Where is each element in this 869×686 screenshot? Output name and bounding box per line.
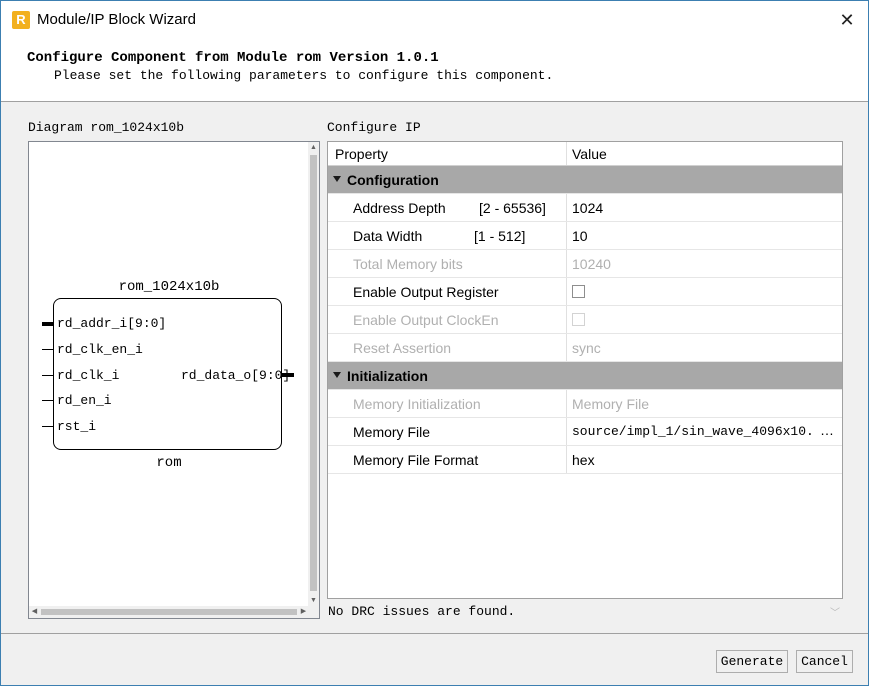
wizard-header: Configure Component from Module rom Vers… — [1, 39, 868, 102]
scroll-thumb[interactable] — [41, 609, 297, 615]
column-separator — [566, 278, 567, 305]
input-pin — [42, 375, 53, 376]
property-label: Enable Output ClockEn — [353, 312, 499, 328]
block-instance-name: rom — [156, 455, 182, 471]
property-row-enable-output-clocken: Enable Output ClockEn — [328, 306, 842, 334]
drc-status-text: No DRC issues are found. — [328, 604, 516, 619]
footer-divider — [1, 633, 868, 634]
input-pin — [42, 426, 53, 427]
memory-file-format-value[interactable]: hex — [572, 452, 595, 468]
r-logo-icon: R — [12, 11, 30, 29]
property-row-total-memory-bits: Total Memory bits 10240 — [328, 250, 842, 278]
column-separator — [566, 418, 567, 445]
input-port-label: rd_en_i — [57, 393, 112, 408]
output-port-label: rd_data_o[9:0] — [181, 368, 291, 383]
value-column-header: Value — [572, 146, 607, 162]
property-label: Address Depth — [353, 200, 446, 216]
collapse-triangle-icon[interactable] — [333, 176, 341, 182]
property-label: Memory File Format — [353, 452, 479, 468]
group-initialization[interactable]: Initialization — [328, 362, 842, 390]
input-port-label: rst_i — [57, 419, 97, 434]
property-label: Reset Assertion — [353, 340, 452, 356]
property-label: Enable Output Register — [353, 284, 499, 300]
property-grid: Property Value Configuration Address Dep… — [327, 141, 843, 599]
scrollbar-corner — [308, 606, 319, 618]
close-icon: ✕ — [839, 10, 855, 30]
property-label: Memory File — [353, 424, 431, 440]
scroll-down-icon[interactable]: ▼ — [308, 595, 319, 606]
column-separator — [566, 446, 567, 473]
property-row-data-width[interactable]: Data Width [1 - 512] 10 — [328, 222, 842, 250]
input-port-label: rd_clk_i — [57, 368, 120, 383]
input-pin-bus — [42, 322, 53, 326]
browse-file-button[interactable]: … — [820, 422, 834, 438]
property-row-address-depth[interactable]: Address Depth [2 - 65536] 1024 — [328, 194, 842, 222]
diagram-horizontal-scrollbar[interactable]: ◀ ▶ — [29, 606, 309, 618]
group-label: Configuration — [347, 172, 439, 188]
property-label: Memory Initialization — [353, 396, 481, 412]
input-port-label: rd_clk_en_i — [57, 342, 143, 357]
total-memory-bits-value: 10240 — [572, 256, 611, 272]
property-label: Total Memory bits — [353, 256, 463, 272]
column-separator — [566, 306, 567, 333]
title-bar: R Module/IP Block Wizard ✕ — [1, 1, 868, 39]
scroll-left-icon[interactable]: ◀ — [29, 606, 40, 618]
input-port-label: rd_addr_i[9:0] — [57, 316, 167, 331]
data-width-value[interactable]: 10 — [572, 228, 588, 244]
memory-file-value[interactable]: source/impl_1/sin_wave_4096x10. — [572, 424, 814, 439]
column-separator — [566, 194, 567, 221]
input-pin — [42, 349, 53, 350]
property-row-memory-file-format[interactable]: Memory File Format hex — [328, 446, 842, 474]
output-pin-bus — [282, 373, 294, 377]
address-depth-value[interactable]: 1024 — [572, 200, 603, 216]
property-row-enable-output-register[interactable]: Enable Output Register — [328, 278, 842, 306]
group-label: Initialization — [347, 368, 428, 384]
property-range: [1 - 512] — [474, 228, 526, 244]
property-row-memory-file[interactable]: Memory File source/impl_1/sin_wave_4096x… — [328, 418, 842, 446]
property-row-memory-initialization: Memory Initialization Memory File — [328, 390, 842, 418]
diagram-panel: rom_1024x10b rd_addr_i[9:0] rd_clk_en_i … — [28, 141, 320, 619]
window-title: Module/IP Block Wizard — [37, 11, 196, 28]
column-separator — [566, 222, 567, 249]
property-range: [2 - 65536] — [479, 200, 546, 216]
wizard-window: R Module/IP Block Wizard ✕ Configure Com… — [0, 0, 869, 686]
header-title: Configure Component from Module rom Vers… — [27, 50, 439, 66]
scroll-up-icon[interactable]: ▲ — [308, 142, 319, 153]
diagram-label: Diagram rom_1024x10b — [28, 120, 185, 135]
generate-button[interactable]: Generate — [716, 650, 788, 673]
group-configuration[interactable]: Configuration — [328, 166, 842, 194]
property-column-header: Property — [335, 146, 388, 162]
column-separator — [566, 334, 567, 361]
column-separator — [566, 142, 567, 165]
diagram-canvas: rom_1024x10b rd_addr_i[9:0] rd_clk_en_i … — [29, 142, 309, 606]
input-pin — [42, 400, 53, 401]
reset-assertion-value: sync — [572, 340, 601, 356]
scroll-thumb[interactable] — [310, 155, 317, 591]
grid-header: Property Value — [328, 142, 842, 166]
property-row-reset-assertion: Reset Assertion sync — [328, 334, 842, 362]
diagram-vertical-scrollbar[interactable]: ▲ ▼ — [308, 142, 319, 606]
enable-output-clocken-checkbox — [572, 313, 585, 326]
enable-output-register-checkbox[interactable] — [572, 285, 585, 298]
collapse-triangle-icon[interactable] — [333, 372, 341, 378]
memory-initialization-value: Memory File — [572, 396, 650, 412]
cancel-button[interactable]: Cancel — [796, 650, 853, 673]
configure-ip-label: Configure IP — [327, 120, 421, 135]
header-subtitle: Please set the following parameters to c… — [54, 68, 554, 83]
close-button[interactable]: ✕ — [834, 7, 860, 33]
chevron-down-icon[interactable]: ﹀ — [830, 604, 840, 619]
property-label: Data Width — [353, 228, 423, 244]
block-title: rom_1024x10b — [118, 279, 220, 295]
column-separator — [566, 390, 567, 417]
column-separator — [566, 250, 567, 277]
